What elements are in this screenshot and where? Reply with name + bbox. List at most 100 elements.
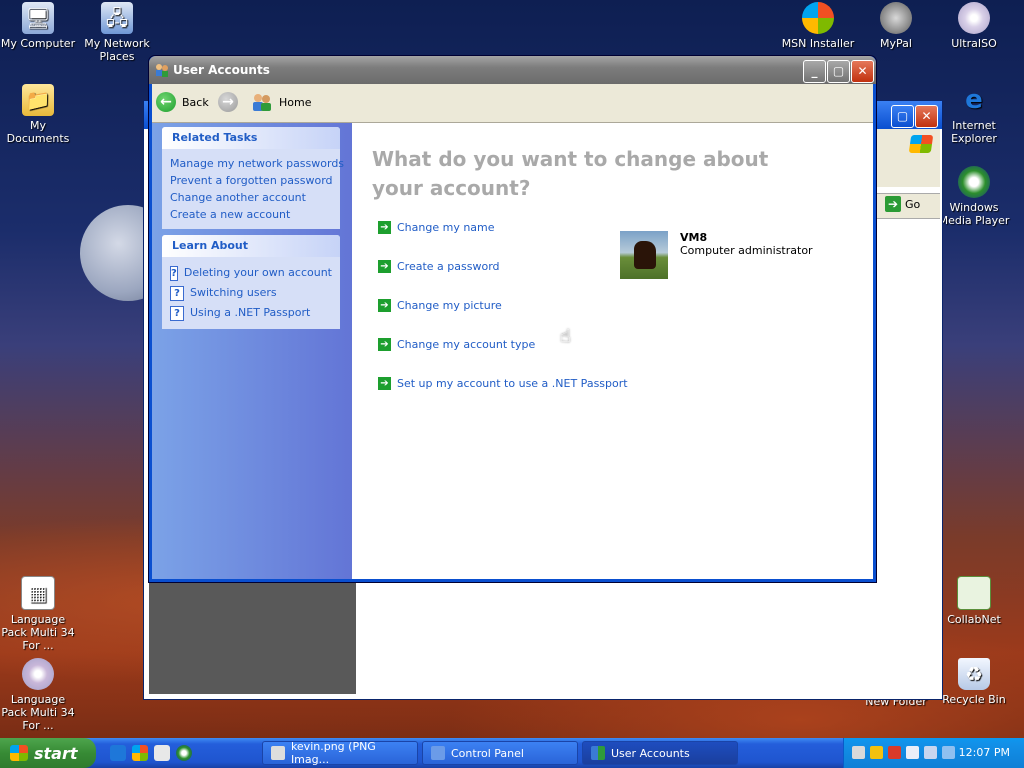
option-create-password[interactable]: ➔ Create a password xyxy=(378,247,628,286)
language-pack-icon: ▦ xyxy=(21,576,55,610)
maximize-button[interactable]: ▢ xyxy=(827,60,850,83)
desktop-icon-mypal[interactable]: MyPal xyxy=(856,2,936,50)
option-change-name[interactable]: ➔ Change my name xyxy=(378,216,628,239)
learn-about-header: Learn About xyxy=(162,235,340,257)
taskbar-item-user-accounts[interactable]: User Accounts xyxy=(582,741,738,765)
account-picture[interactable] xyxy=(620,231,668,279)
user-accounts-icon xyxy=(156,64,168,77)
desktop-icon-my-computer[interactable]: 🖥 My Computer xyxy=(0,2,78,50)
window-title: User Accounts xyxy=(173,63,270,77)
user-accounts-window: User Accounts _ ▢ ✕ ← Back → Home Relate… xyxy=(148,55,877,583)
home-label: Home xyxy=(279,95,312,109)
desktop-icon-label: MyPal xyxy=(880,37,912,50)
recycle-bin-icon: ♻ xyxy=(958,658,990,690)
forward-button[interactable]: → xyxy=(218,92,238,112)
desktop-icon-network-places[interactable]: 🖧 My Network Places xyxy=(77,2,157,63)
back-label: Back xyxy=(182,95,209,109)
green-arrow-icon: ➔ xyxy=(378,299,391,312)
display-icon[interactable] xyxy=(942,746,955,759)
tray-icons xyxy=(852,746,955,759)
learn-about-box: Learn About ? Deleting your own account … xyxy=(162,235,340,329)
option-change-account-type[interactable]: ➔ Change my account type xyxy=(378,325,628,364)
volume-icon[interactable] xyxy=(924,746,937,759)
alert-shield-icon[interactable] xyxy=(888,746,901,759)
go-arrow-icon: ➔ xyxy=(885,196,901,212)
close-button[interactable]: ✕ xyxy=(851,60,874,83)
maximize-button[interactable]: ▢ xyxy=(891,105,914,128)
learn-about-link-label: Using a .NET Passport xyxy=(190,306,311,319)
desktop-icon-my-documents[interactable]: 📁 My Documents xyxy=(0,84,78,145)
control-panel-icon xyxy=(431,746,445,760)
desktop-icon-label: Language Pack Multi 34 For ... xyxy=(1,613,75,652)
related-task-link[interactable]: Create a new account xyxy=(170,206,332,223)
task-pane: Related Tasks Manage my network password… xyxy=(152,123,352,579)
help-question-icon: ? xyxy=(170,265,178,281)
desktop-icon-language-pack-2[interactable]: Language Pack Multi 34 For ... xyxy=(0,658,78,732)
taskbar-item-control-panel[interactable]: Control Panel xyxy=(422,741,578,765)
desktop-icon-ultraiso[interactable]: UltraISO xyxy=(934,2,1014,50)
option-net-passport[interactable]: ➔ Set up my account to use a .NET Passpo… xyxy=(378,364,628,403)
related-tasks-header: Related Tasks xyxy=(162,127,340,149)
mypal-icon xyxy=(880,2,912,34)
option-label: Change my account type xyxy=(397,338,536,351)
collabnet-icon xyxy=(957,576,991,610)
account-role: Computer administrator xyxy=(680,244,813,257)
desktop-icon-media-player[interactable]: Windows Media Player xyxy=(934,166,1014,227)
security-shield-icon[interactable] xyxy=(870,746,883,759)
back-arrow-icon: ← xyxy=(156,92,176,112)
media-player-icon xyxy=(958,166,990,198)
user-accounts-titlebar[interactable]: User Accounts _ ▢ ✕ xyxy=(149,56,876,84)
related-task-link[interactable]: Manage my network passwords xyxy=(170,155,344,172)
internet-explorer-icon: e xyxy=(965,84,983,115)
tray-tool-icon[interactable] xyxy=(852,746,865,759)
control-panel-left-pane xyxy=(149,581,356,694)
account-card: VM8 Computer administrator xyxy=(620,231,813,279)
msn-butterfly-icon xyxy=(802,2,834,34)
desktop-icon-label: Recycle Bin xyxy=(942,693,1006,706)
desktop-icon-msn-installer[interactable]: MSN Installer xyxy=(778,2,858,50)
hand-cursor-icon: ☝ xyxy=(560,326,571,347)
back-button[interactable]: ← Back xyxy=(156,92,209,112)
go-label: Go xyxy=(905,197,921,211)
ultraiso-disc-icon xyxy=(958,2,990,34)
media-player-quicklaunch-icon[interactable] xyxy=(176,745,192,761)
taskbar-item-label: Control Panel xyxy=(451,746,524,760)
go-button[interactable]: ➔ Go xyxy=(885,196,920,212)
desktop-icon-collabnet[interactable]: CollabNet xyxy=(934,576,1014,626)
desktop-icon-recycle-bin[interactable]: ♻ Recycle Bin xyxy=(934,658,1014,706)
related-tasks-box: Related Tasks Manage my network password… xyxy=(162,127,344,229)
options-list: ➔ Change my name ➔ Create a password ➔ C… xyxy=(378,221,628,403)
learn-about-link[interactable]: ? Using a .NET Passport xyxy=(170,303,332,323)
related-task-link[interactable]: Prevent a forgotten password xyxy=(170,172,333,189)
windows-flag-icon xyxy=(10,745,28,761)
option-change-picture[interactable]: ➔ Change my picture xyxy=(378,286,628,325)
taskbar: start kevin.png (PNG Imag... Control Pan… xyxy=(0,738,1024,768)
green-arrow-icon: ➔ xyxy=(378,221,391,234)
desktop-quicklaunch-icon[interactable] xyxy=(154,745,170,761)
home-button[interactable]: Home xyxy=(251,92,311,112)
windows-quicklaunch-icon[interactable] xyxy=(132,745,148,761)
desktop-icon-language-pack-1[interactable]: ▦ Language Pack Multi 34 For ... xyxy=(0,576,78,652)
desktop-icon-internet-explorer[interactable]: e Internet Explorer xyxy=(934,84,1014,146)
network-places-icon: 🖧 xyxy=(101,2,133,34)
desktop-icon-label: UltraISO xyxy=(951,37,997,50)
page-title: What do you want to change about your ac… xyxy=(372,147,769,200)
desktop-icon-label: CollabNet xyxy=(947,613,1001,626)
address-bar: ➔ Go xyxy=(877,193,940,219)
learn-about-link[interactable]: ? Deleting your own account xyxy=(170,263,332,283)
minimize-button[interactable]: _ xyxy=(803,60,826,83)
start-button[interactable]: start xyxy=(0,738,96,768)
network-icon[interactable] xyxy=(906,746,919,759)
option-label: Create a password xyxy=(397,260,500,273)
horse-picture-icon xyxy=(634,241,656,269)
taskbar-item-kevin-png[interactable]: kevin.png (PNG Imag... xyxy=(262,740,418,766)
option-label: Set up my account to use a .NET Passport xyxy=(397,377,628,390)
related-task-link[interactable]: Change another account xyxy=(170,189,332,206)
close-button[interactable]: ✕ xyxy=(915,105,938,128)
learn-about-link[interactable]: ? Switching users xyxy=(170,283,332,303)
taskbar-item-label: kevin.png (PNG Imag... xyxy=(290,740,376,766)
documents-folder-icon: 📁 xyxy=(22,84,54,116)
ie-quicklaunch-icon[interactable] xyxy=(110,745,126,761)
forward-arrow-icon: → xyxy=(218,92,238,112)
learn-about-link-label: Deleting your own account xyxy=(183,266,332,279)
